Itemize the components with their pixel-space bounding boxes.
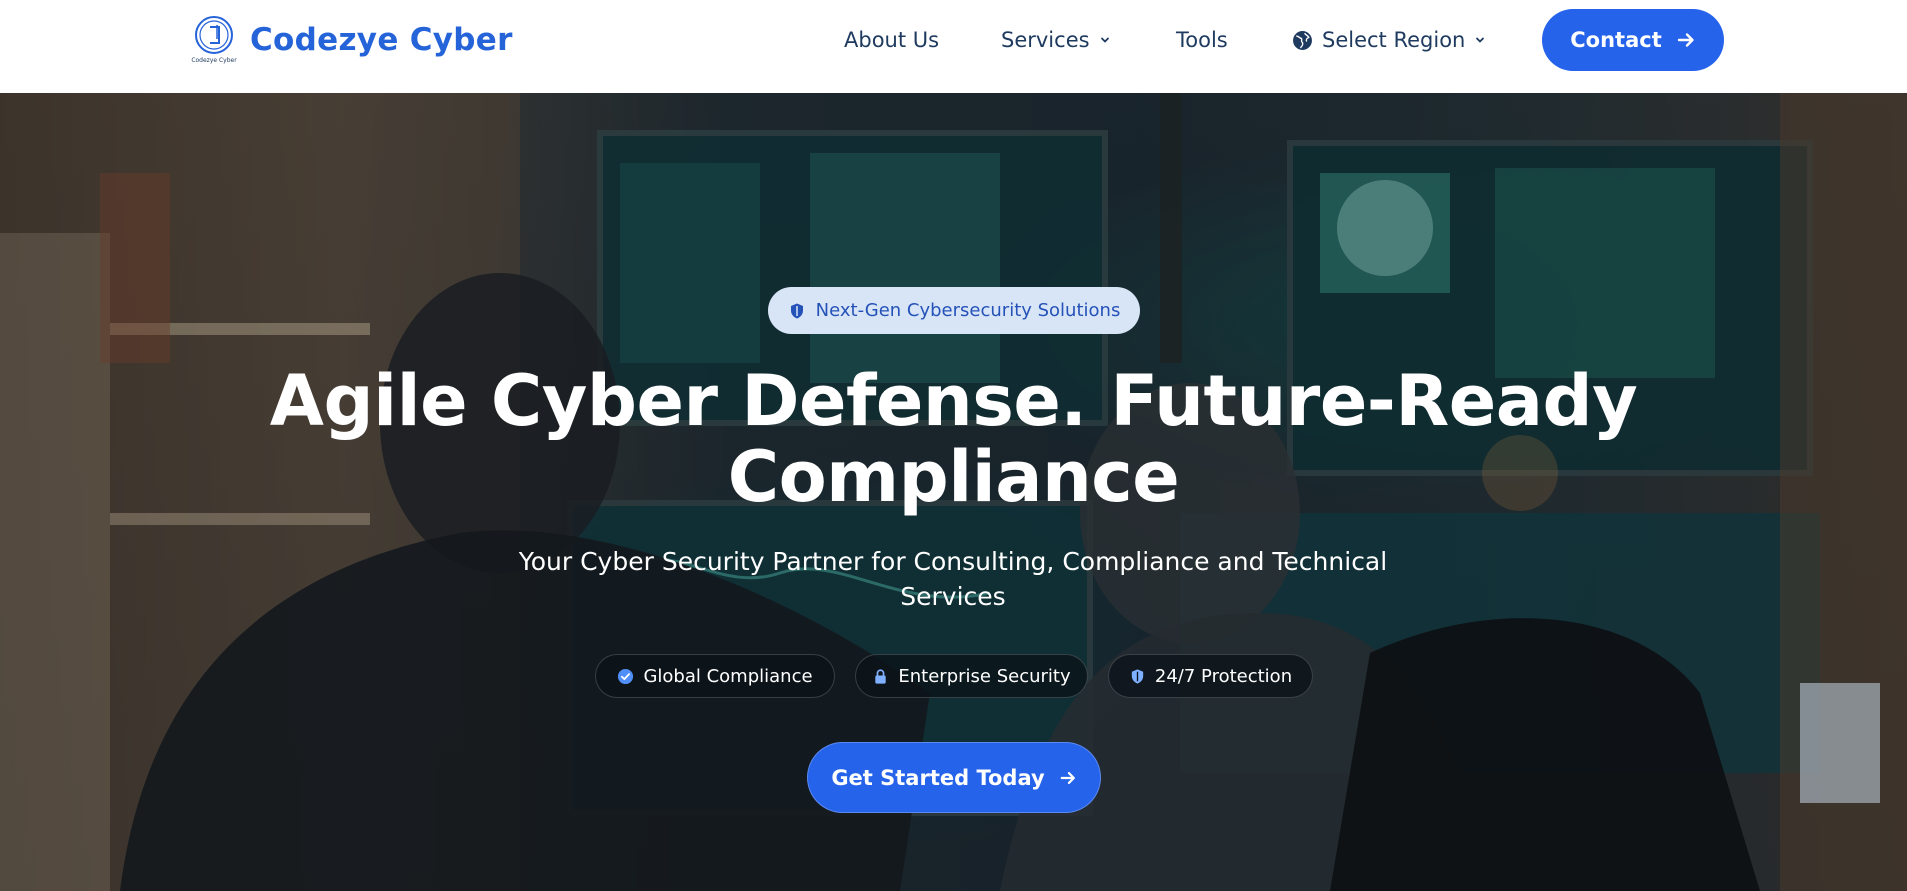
shield-icon [790,303,803,318]
brand-name[interactable]: Codezye Cyber [250,22,513,58]
contact-label[interactable]: Contact [1570,28,1662,52]
feature-pill-label: Enterprise Security [898,665,1071,687]
feature-pills: Global Compliance Enterprise Security 24… [0,654,1907,700]
hero-subtitle: Your Cyber Security Partner for Consulti… [518,547,1388,611]
nav-services[interactable]: Services [1001,24,1110,56]
lock-icon [875,668,887,684]
logo-mark-icon: Codezye Cyber [191,16,237,64]
feature-pill-24-7-protection: 24/7 Protection [1108,654,1313,698]
feature-pill-label: Global Compliance [643,665,813,687]
arrow-right-icon [1060,771,1075,784]
top-navbar: Codezye Cyber Codezye Cyber About Us Ser… [0,0,1907,93]
arrow-right-icon [1677,33,1694,47]
feature-pill-enterprise-security: Enterprise Security [855,654,1088,698]
brand[interactable]: Codezye Cyber Codezye Cyber [190,15,513,65]
hero-badge: Next-Gen Cybersecurity Solutions [768,287,1140,334]
nav-about-us[interactable]: About Us [844,24,939,56]
shield-icon [1131,668,1144,684]
nav-services-label[interactable]: Services [1001,28,1090,52]
nav-tools[interactable]: Tools [1176,24,1228,56]
region-label[interactable]: Select Region [1322,28,1465,52]
hero-badge-label: Next-Gen Cybersecurity Solutions [815,300,1121,321]
get-started-label[interactable]: Get Started Today [831,766,1044,790]
check-circle-icon [618,668,634,684]
hero-headline-line-2: Compliance [727,436,1180,518]
hero-section: Next-Gen Cybersecurity Solutions Agile C… [0,93,1907,891]
logo-caption: Codezye Cyber [191,57,237,64]
nav-about-label[interactable]: About Us [844,28,939,52]
get-started-button[interactable]: Get Started Today [807,742,1101,813]
chevron-down-icon[interactable] [1100,35,1110,45]
contact-button[interactable]: Contact [1542,9,1724,71]
logo[interactable]: Codezye Cyber [190,15,238,65]
chevron-down-icon[interactable] [1475,35,1485,45]
globe-icon [1293,30,1312,50]
nav-tools-label[interactable]: Tools [1176,28,1228,52]
region-selector[interactable]: Select Region [1292,24,1485,56]
feature-pill-label: 24/7 Protection [1154,665,1293,687]
hero-headline-line-1: Agile Cyber Defense. Future-Ready [269,360,1638,442]
feature-pill-global-compliance: Global Compliance [595,654,835,698]
